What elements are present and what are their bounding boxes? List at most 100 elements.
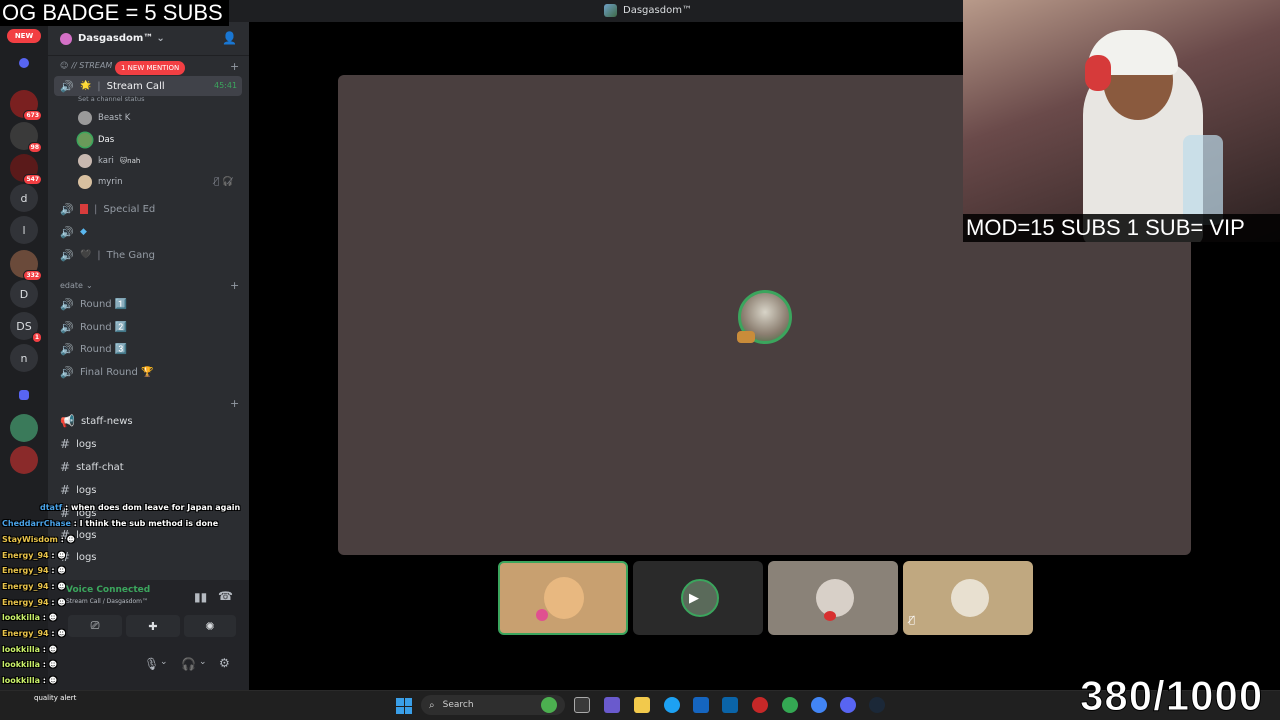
speaker-icon: 🔊 (60, 79, 74, 93)
voice-user[interactable]: Beast K (78, 109, 130, 127)
text-channel-logs[interactable]: # logs (60, 480, 97, 500)
chat-line: Energy_94 : ☻ (2, 566, 66, 575)
category-label: // STREAM (71, 61, 113, 70)
voice-user[interactable]: Das (78, 131, 114, 149)
app-root: Dasgasdom™ OG BADGE = 5 SUBS NEW 673 98 … (0, 0, 1280, 720)
participant-tile[interactable]: ▶ (633, 561, 763, 635)
app-icon[interactable] (604, 697, 620, 713)
call-timer: 45:41 (214, 81, 238, 90)
divider: | (97, 249, 101, 261)
edge-browser-icon[interactable] (664, 697, 680, 713)
add-channel-icon[interactable]: + (230, 279, 239, 292)
voice-location[interactable]: Stream Call / Dasgasdom™ (66, 598, 148, 605)
voice-status[interactable]: Voice Connected (66, 585, 150, 595)
server-icon-4[interactable]: 332 (10, 250, 42, 281)
voice-channel-round-2[interactable]: 🔊 Round 2️⃣ (60, 317, 127, 337)
chrome-icon[interactable] (811, 697, 827, 713)
chat-line: Energy_94 : ☻ (2, 629, 66, 638)
voice-user[interactable]: kari 🐱nah (78, 152, 140, 170)
voice-channel-round-1[interactable]: 🔊 Round 1️⃣ (60, 294, 127, 314)
gem-icon: ◆ (80, 227, 87, 237)
text-channel-logs[interactable]: # logs (60, 434, 97, 454)
text-channel-staff-news[interactable]: 📢 staff-news (60, 411, 133, 431)
signal-icon[interactable]: ▮▮ (194, 590, 207, 604)
server-initial: n (20, 351, 28, 365)
store-icon[interactable] (693, 697, 709, 713)
server-icon-d[interactable]: d (10, 184, 38, 212)
outlook-icon[interactable] (722, 697, 738, 713)
chevron-down-icon[interactable]: ⌄ (160, 657, 168, 667)
server-initial: d (20, 191, 28, 205)
chevron-down-icon[interactable]: ⌄ (199, 657, 207, 667)
sun-icon: 🌟 (80, 81, 92, 91)
avatar (681, 579, 719, 617)
chrome-icon[interactable] (782, 697, 798, 713)
speaker-icon: 🔊 (60, 320, 74, 334)
chat-line: Energy_94 : ☻ (2, 582, 66, 591)
server-icon-D[interactable]: D (10, 280, 38, 308)
emote-icon: ☻ (48, 613, 58, 622)
server-icon-6[interactable] (10, 446, 38, 474)
new-pill[interactable]: NEW (7, 29, 41, 43)
decoration-icon (824, 611, 836, 621)
server-icon-3[interactable]: 547 (10, 154, 42, 185)
app-icon-red[interactable] (752, 697, 768, 713)
add-channel-icon[interactable]: + (230, 60, 239, 73)
gear-icon[interactable]: ⚙ (219, 656, 230, 670)
channel-label: staff-news (80, 415, 133, 427)
server-icon-l[interactable]: l (10, 216, 38, 244)
add-member-icon[interactable]: 👤 (222, 31, 237, 45)
app-icon-plant[interactable] (541, 697, 557, 713)
steam-icon[interactable] (869, 697, 885, 713)
participant-tile[interactable]: 🎙̸ (903, 561, 1033, 635)
category-stream[interactable]: ☺ // STREAM (60, 61, 112, 70)
server-mini-icon (604, 4, 617, 17)
chat-username: lookkilla (2, 660, 40, 669)
divider: | (94, 203, 98, 215)
server-icon-2[interactable]: 98 (10, 122, 42, 153)
server-icon-1[interactable]: 673 (10, 90, 42, 121)
channel-label: Round 2️⃣ (80, 321, 128, 333)
screen-share-button[interactable]: ⎚ (68, 615, 122, 637)
server-icon-DS[interactable]: DS 1 (10, 312, 42, 343)
folder-icon[interactable] (19, 390, 29, 400)
voice-channel-special-ed[interactable]: 🔊 | Special Ed (60, 199, 155, 219)
avatar (544, 577, 584, 619)
soundboard-button[interactable]: ✺ (184, 615, 236, 637)
camera-icon: ▶ (689, 591, 699, 606)
headphones-icon[interactable]: 🎧 (181, 657, 196, 671)
text-channel-staff-chat[interactable]: # staff-chat (60, 457, 124, 477)
server-icon-n[interactable]: n (10, 344, 38, 372)
chat-line: lookkilla : ☻ (2, 613, 58, 622)
activities-button[interactable]: ✚ (126, 615, 180, 637)
windows-start-icon[interactable] (396, 698, 412, 714)
folder-icon[interactable] (19, 58, 29, 68)
channel-label: logs (76, 438, 97, 450)
discord-icon[interactable] (840, 697, 856, 713)
participant-tile[interactable] (498, 561, 628, 635)
voice-channel-gem[interactable]: 🔊 ◆ (60, 222, 93, 242)
add-channel-icon[interactable]: + (230, 397, 239, 410)
channel-label: logs (76, 551, 97, 563)
channel-label: The Gang (106, 249, 155, 261)
disconnect-icon[interactable]: ☎ (218, 589, 233, 603)
search-placeholder: Search (442, 700, 474, 710)
task-view-icon[interactable] (574, 697, 590, 713)
window-title-text: Dasgasdom™ (623, 5, 692, 16)
voice-channel-final-round[interactable]: 🔊 Final Round 🏆 (60, 362, 154, 382)
participant-tile[interactable] (768, 561, 898, 635)
voice-channel-the-gang[interactable]: 🔊 🖤 | The Gang (60, 245, 155, 265)
voice-user[interactable]: myrin (78, 173, 123, 191)
microphone-icon[interactable]: 🎙 (144, 657, 159, 671)
channel-label: logs (76, 529, 97, 541)
category-edate[interactable]: edate ⌄ (60, 281, 93, 290)
channel-label: Final Round 🏆 (80, 366, 154, 378)
channel-status[interactable]: Set a channel status (78, 95, 145, 103)
quality-alert[interactable]: quality alert (34, 694, 76, 702)
server-header[interactable]: Dasgasdom™ ⌄ (48, 22, 249, 56)
chat-line: Energy_94 : ☻ (2, 551, 66, 560)
server-icon-5[interactable] (10, 414, 38, 442)
voice-channel-round-3[interactable]: 🔊 Round 3️⃣ (60, 339, 127, 359)
new-mention-pill[interactable]: 1 NEW MENTION (115, 61, 186, 75)
file-explorer-icon[interactable] (634, 697, 650, 713)
